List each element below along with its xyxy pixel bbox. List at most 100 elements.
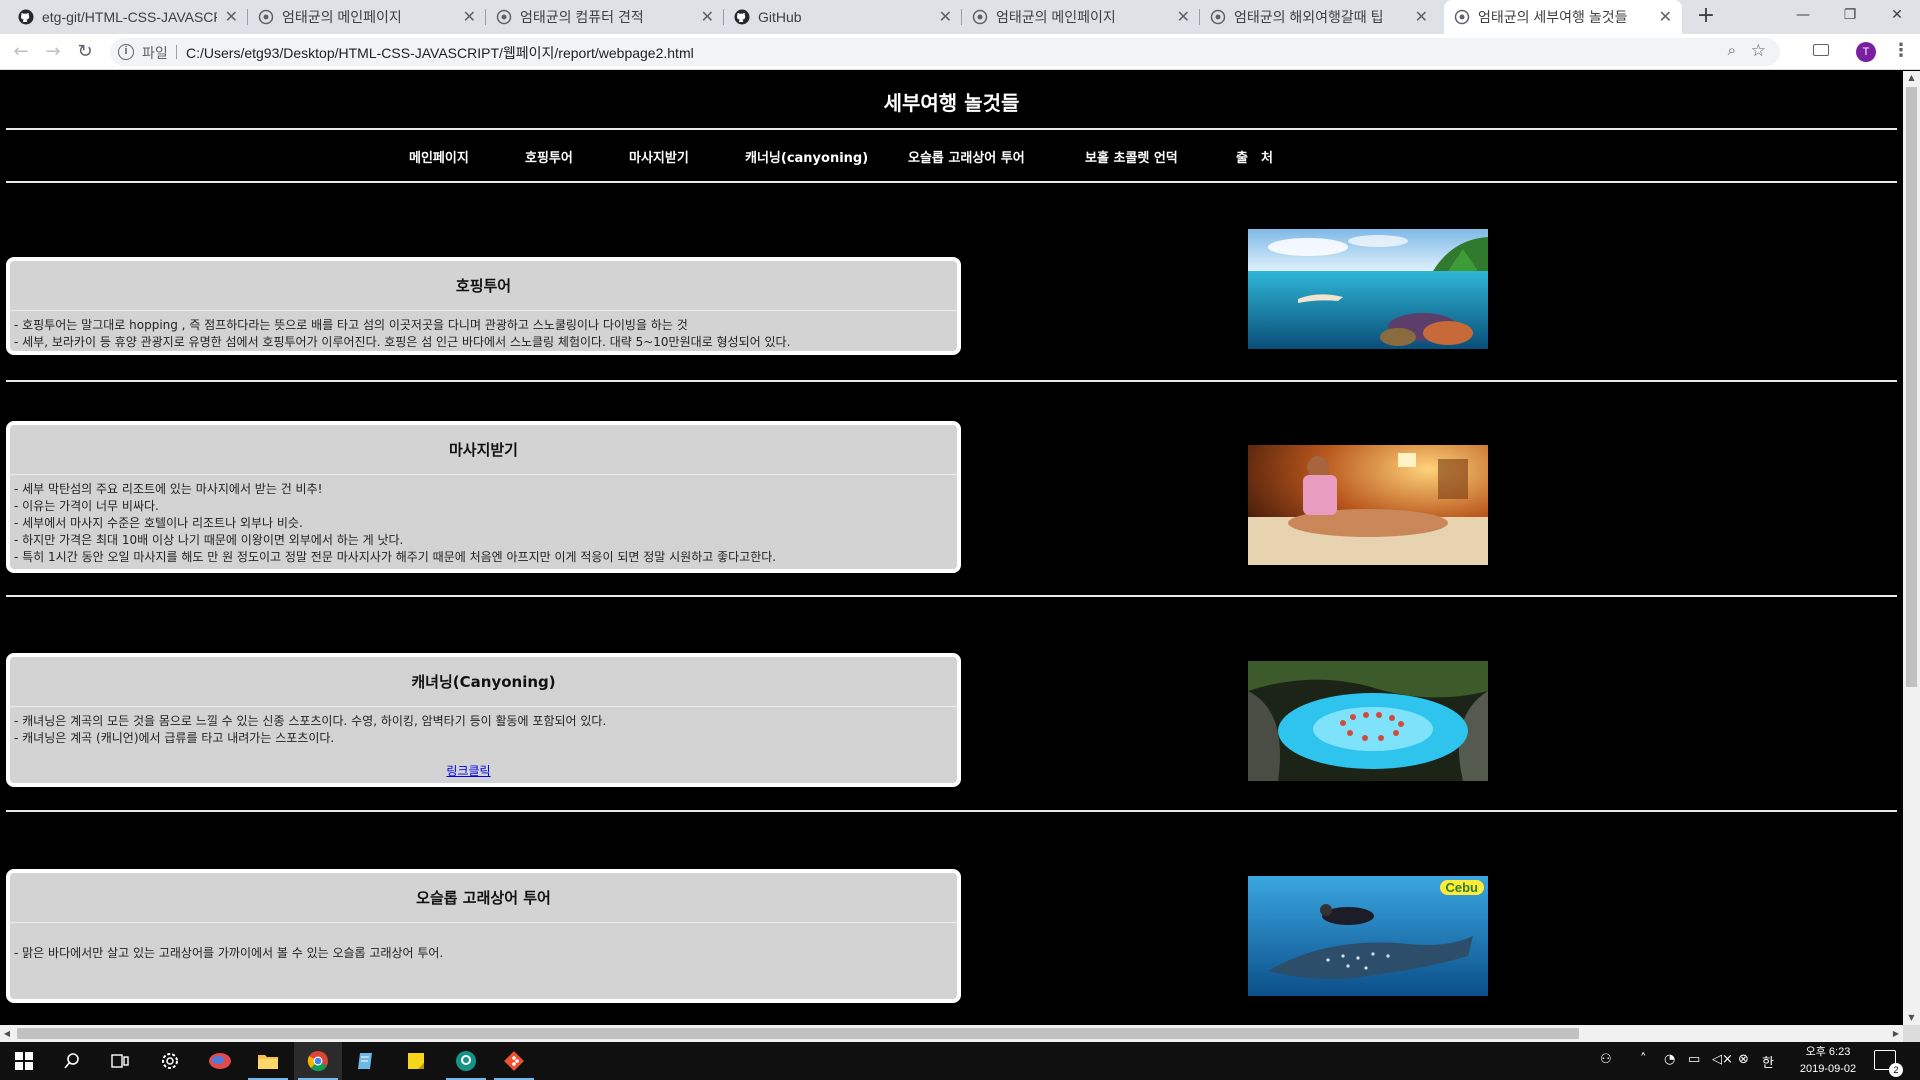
page-title: 세부여행 놀것들 xyxy=(883,91,1020,115)
gitkraken-icon[interactable] xyxy=(442,1042,490,1080)
file-explorer-icon[interactable] xyxy=(244,1042,292,1080)
globe-icon xyxy=(496,9,512,25)
tab-github[interactable]: GitHub ✕ xyxy=(724,0,962,34)
close-icon[interactable]: ✕ xyxy=(225,7,238,27)
cast-icon[interactable] xyxy=(1813,44,1829,56)
globe-icon xyxy=(1454,9,1470,25)
divider xyxy=(6,181,1897,183)
section-heading: 캐녀닝(Canyoning) xyxy=(10,657,957,707)
nav-item-hopping[interactable]: 호핑투어 xyxy=(525,147,573,166)
tab-main-page[interactable]: 엄태균의 메인페이지 ✕ xyxy=(248,0,486,34)
section-text: - 세부, 보라카이 등 휴양 관광지로 유명한 섬에서 호핑투어가 이루어진다… xyxy=(14,335,791,349)
close-icon[interactable]: ✕ xyxy=(701,7,714,27)
nav-item-main[interactable]: 메인페이지 xyxy=(409,147,469,166)
divider xyxy=(6,810,1897,812)
scroll-down-arrow-icon[interactable]: ▼ xyxy=(1903,1011,1920,1025)
tab-label: 엄태균의 메인페이지 xyxy=(996,9,1116,25)
scheme-label: 파일 xyxy=(142,45,168,61)
tab-travel-tips[interactable]: 엄태균의 해외여행갈때 팁 ✕ xyxy=(1200,0,1438,34)
divider xyxy=(176,45,177,59)
zoom-icon[interactable]: ⌕ xyxy=(1728,42,1736,59)
window-close-icon[interactable]: ✕ xyxy=(1874,0,1920,30)
tab-computer-quote[interactable]: 엄태균의 컴퓨터 견적 ✕ xyxy=(486,0,724,34)
horizontal-scrollbar[interactable]: ◀ ▶ xyxy=(0,1025,1903,1042)
section-text: - 이유는 가격이 너무 비싸다. xyxy=(14,499,159,513)
section-heading: 호핑투어 xyxy=(10,261,957,311)
forward-arrow-icon[interactable]: → xyxy=(41,40,65,64)
ime-icon[interactable]: 한 xyxy=(1762,1052,1774,1071)
tab-main-page-2[interactable]: 엄태균의 메인페이지 ✕ xyxy=(962,0,1200,34)
notepad-icon[interactable] xyxy=(342,1042,390,1080)
whale-shark-image: Cebu xyxy=(1248,876,1488,996)
back-arrow-icon[interactable]: ← xyxy=(9,40,33,64)
nav-item-chocolate-hills[interactable]: 보홀 초콜렛 언덕 xyxy=(1085,147,1178,166)
chevron-up-icon[interactable]: ˄ xyxy=(1640,1052,1647,1067)
section-text: - 특히 1시간 동안 오일 마사지를 해도 만 원 정도이고 정말 전문 마사… xyxy=(14,550,777,564)
canyon-pool-image xyxy=(1248,661,1488,781)
git-icon[interactable] xyxy=(490,1042,538,1080)
info-icon[interactable]: i xyxy=(118,44,134,60)
clock-time: 오후 6:23 xyxy=(1805,1046,1851,1058)
tab-cebu-activities[interactable]: 엄태균의 세부여행 놀것들 ✕ xyxy=(1444,0,1682,34)
close-icon[interactable]: ✕ xyxy=(463,7,476,27)
vertical-scrollbar[interactable]: ▲ ▼ xyxy=(1903,71,1920,1025)
bookmark-star-icon[interactable]: ☆ xyxy=(1751,41,1766,61)
nav-menu: 메인페이지 호핑투어 마사지받기 캐너닝(canyoning) 오슬롭 고래상어… xyxy=(0,147,1903,175)
settings-icon[interactable] xyxy=(146,1042,194,1080)
url-text[interactable]: C:/Users/etg93/Desktop/HTML-CSS-JAVASCRI… xyxy=(186,43,694,63)
network-icon[interactable]: ◔ xyxy=(1664,1052,1675,1067)
section-heading: 오슬롭 고래상어 투어 xyxy=(10,873,957,923)
section-text: - 세부 막탄섬의 주요 리조트에 있는 마사지에서 받는 건 비추! xyxy=(14,482,323,496)
volume-mute-icon[interactable]: ◁× xyxy=(1712,1052,1733,1067)
close-icon[interactable]: ✕ xyxy=(939,7,952,27)
reload-icon[interactable]: ↻ xyxy=(73,40,97,64)
clock[interactable]: 오후 6:23 2019-09-02 xyxy=(1788,1044,1868,1078)
section-card-whale-shark: 오슬롭 고래상어 투어 - 맑은 바다에서만 살고 있는 고래상어를 가까이에서… xyxy=(6,869,961,1003)
scroll-left-arrow-icon[interactable]: ◀ xyxy=(0,1025,14,1042)
new-tab-button[interactable]: + xyxy=(1693,4,1719,30)
scroll-up-arrow-icon[interactable]: ▲ xyxy=(1903,71,1920,85)
close-icon[interactable]: ✕ xyxy=(1659,7,1672,27)
notification-icon[interactable]: 2 xyxy=(1874,1050,1903,1077)
scroll-thumb[interactable] xyxy=(1906,87,1917,687)
chrome-icon[interactable] xyxy=(294,1042,342,1080)
nav-item-sources[interactable]: 출 처 xyxy=(1236,147,1273,166)
scroll-thumb[interactable] xyxy=(17,1028,1579,1039)
people-icon[interactable]: ⚇ xyxy=(1600,1052,1612,1067)
scroll-corner xyxy=(1903,1025,1920,1042)
section-text: - 캐녀닝은 계곡의 모든 것을 몸으로 느낄 수 있는 신종 스포츠이다. 수… xyxy=(14,714,607,728)
section-text: - 호핑투어는 말그대로 hopping , 즉 점프하다라는 뜻으로 배를 타… xyxy=(14,318,688,332)
clock-date: 2019-09-02 xyxy=(1799,1063,1857,1075)
tab-github-repo[interactable]: etg-git/HTML-CSS-JAVASCR ✕ xyxy=(8,0,248,34)
divider xyxy=(6,128,1897,130)
scroll-right-arrow-icon[interactable]: ▶ xyxy=(1889,1025,1903,1042)
address-bar[interactable]: i 파일 C:/Users/etg93/Desktop/HTML-CSS-JAV… xyxy=(110,38,1780,66)
nav-item-massage[interactable]: 마사지받기 xyxy=(629,147,689,166)
task-view-icon[interactable] xyxy=(96,1042,144,1080)
battery-icon[interactable]: ▭ xyxy=(1688,1052,1700,1067)
notification-count: 2 xyxy=(1889,1063,1903,1077)
section-card-massage: 마사지받기 - 세부 막탄섬의 주요 리조트에 있는 마사지에서 받는 건 비추… xyxy=(6,421,961,573)
windows-start-icon[interactable] xyxy=(0,1042,48,1080)
underwater-snorkel-image xyxy=(1248,229,1488,349)
tab-strip: etg-git/HTML-CSS-JAVASCR ✕ 엄태균의 메인페이지 ✕ … xyxy=(0,0,1920,34)
maximize-icon[interactable]: ❐ xyxy=(1827,0,1873,30)
github-icon xyxy=(734,9,750,25)
sticky-notes-icon[interactable] xyxy=(392,1042,440,1080)
menu-dots-icon[interactable]: ⋮ xyxy=(1892,40,1910,61)
close-icon[interactable]: ✕ xyxy=(1177,7,1190,27)
tab-label: 엄태균의 세부여행 놀것들 xyxy=(1478,9,1628,25)
section-text: - 하지만 가격은 최대 10배 이상 나기 때문에 이왕이면 외부에서 하는 … xyxy=(14,533,404,547)
minimize-icon[interactable]: — xyxy=(1780,0,1826,30)
taskbar: ⚇ ˄ ◔ ▭ ◁× ⊗ 한 오후 6:23 2019-09-02 2 xyxy=(0,1042,1920,1080)
status-x-icon[interactable]: ⊗ xyxy=(1738,1052,1749,1067)
close-icon[interactable]: ✕ xyxy=(1415,7,1428,27)
divider xyxy=(6,380,1897,382)
search-icon[interactable] xyxy=(48,1042,96,1080)
canyoning-link[interactable]: 링크클릭 xyxy=(0,763,953,780)
avatar[interactable]: T xyxy=(1856,42,1876,62)
nav-item-whale-shark[interactable]: 오슬롭 고래상어 투어 xyxy=(908,147,1025,166)
app-icon[interactable] xyxy=(196,1042,244,1080)
nav-item-canyoning[interactable]: 캐너닝(canyoning) xyxy=(745,147,868,166)
section-card-hopping: 호핑투어 - 호핑투어는 말그대로 hopping , 즉 점프하다라는 뜻으로… xyxy=(6,257,961,355)
